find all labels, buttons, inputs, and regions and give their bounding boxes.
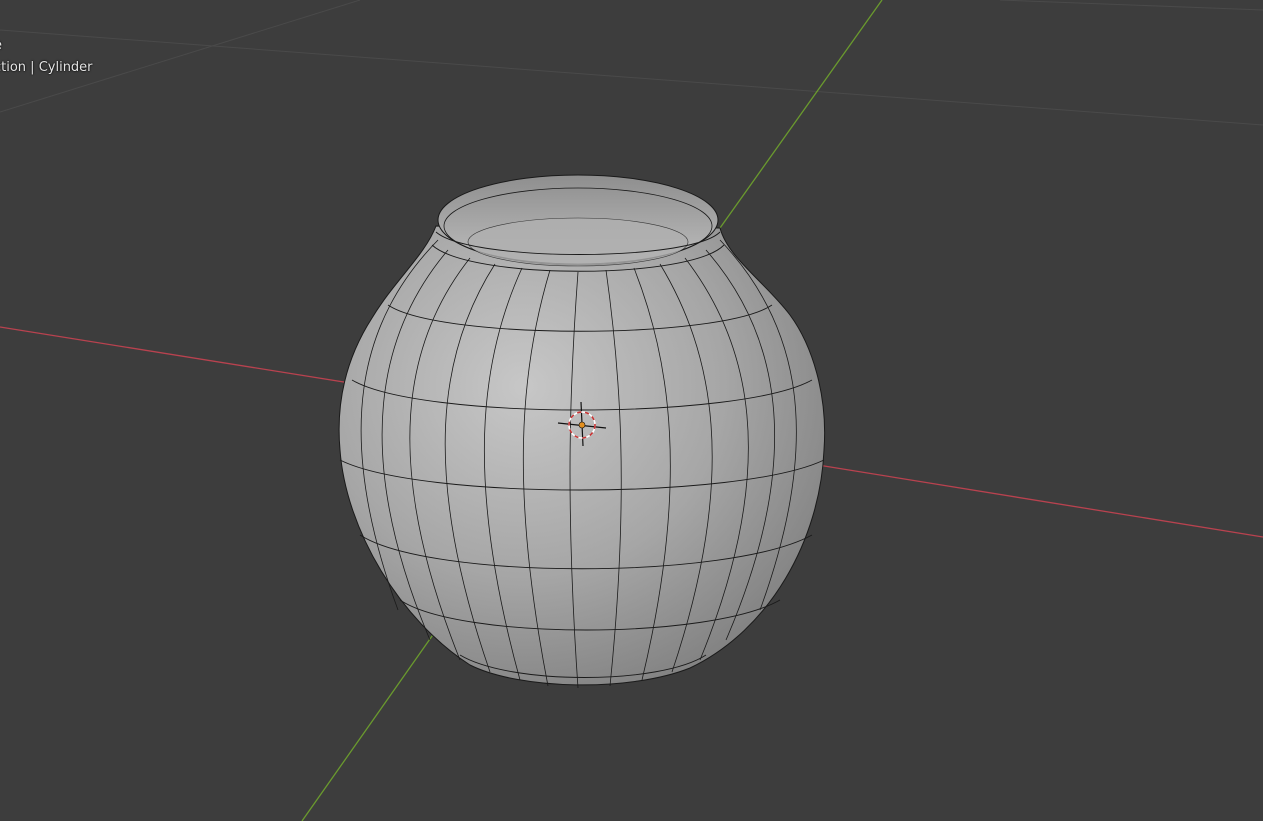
viewport-canvas[interactable] xyxy=(0,0,1263,821)
viewport-mode-text: e xyxy=(0,38,2,54)
3d-viewport[interactable]: e ction | Cylinder xyxy=(0,0,1263,821)
floor-grid xyxy=(0,0,1263,126)
viewport-collection-text: ction | Cylinder xyxy=(0,60,93,75)
vase-body xyxy=(338,225,826,686)
